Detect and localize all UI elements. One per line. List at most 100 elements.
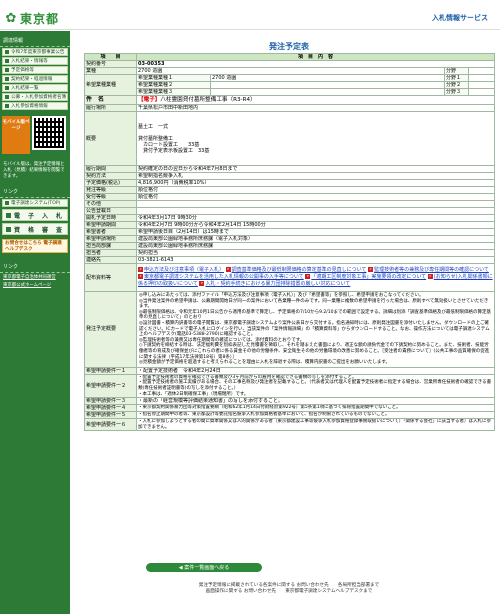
row-value bbox=[467, 74, 496, 82]
row-label: 契約番号 bbox=[84, 60, 137, 68]
row-label: 希望申請要件一１ bbox=[84, 366, 137, 375]
row-value: 03-3821-6143 bbox=[135, 256, 496, 264]
table-row: 開札予定日時 令和4年3月17日 9時30分 bbox=[84, 214, 496, 222]
table-row: 希望書者 希望申請後日目（2月14日）は15時まで bbox=[84, 228, 496, 236]
pdf-icon: P bbox=[199, 281, 205, 286]
row-label: 件 名 bbox=[84, 95, 137, 105]
bullet-icon bbox=[5, 95, 9, 99]
sidebar-item-label: 電子調達システム(TOP) bbox=[11, 201, 61, 206]
doc-link[interactable]: 「適期工区制度対象工事」実施要領の改定について bbox=[311, 274, 426, 280]
pdf-icon: P bbox=[368, 267, 374, 272]
pdf-icon: P bbox=[138, 267, 143, 272]
table-row: 担当局部課 建設局東部公園緑地事務所庶務課 bbox=[84, 242, 496, 250]
tokyo-logo[interactable]: ✿ 東京都 bbox=[4, 10, 59, 27]
sidebar-section-title: 調達情報 bbox=[0, 31, 70, 47]
e-bidding-button[interactable]: 電 子 入 札 bbox=[2, 209, 68, 221]
row-label: 履行場所 bbox=[84, 104, 137, 112]
table-row: 希望申請要件一２ ・配置予定技術者の資格を確認できる書類及び3ヶ月前からの雇用を… bbox=[84, 373, 496, 399]
order-table: 項 目 項 目 内 容 契約番号 03-00353 業種 2700 造園 分野 … bbox=[84, 53, 496, 432]
row-value: 令和4年2月7日 9時00分から令和4年2月14日 15時00分 bbox=[135, 221, 496, 229]
row-value: 【電子】八柱霊園貸付墓所整備工事（R3-R4） bbox=[135, 95, 496, 105]
table-row: 受付等級 順位格付 bbox=[84, 193, 496, 201]
sidebar-item[interactable]: 電子調達システム(TOP) bbox=[2, 199, 68, 207]
doc-link[interactable]: 申込方法及び注意事項（電子入札） bbox=[144, 267, 224, 273]
table-row: 希望申請期間 令和4年2月7日 9時00分から令和4年2月14日 15時00分 bbox=[84, 221, 496, 229]
table-row: 希望業種業種２ 分野２ bbox=[85, 81, 496, 89]
doc-link[interactable]: 東京都電子調達システムを活用した入札情報の公開事の入手等について bbox=[144, 274, 304, 280]
sidebar-item[interactable]: 入札結果一覧 bbox=[2, 84, 68, 92]
sidebar-item-label: 入札結果・情報等 bbox=[11, 59, 48, 64]
table-row: 発注予定概要 ◎申し込みにあたっては、添付ファイル「申込方法及び注意事項（電子入… bbox=[84, 291, 496, 368]
row-value: 建設局東部公園緑地事務所庶務課（電子入札対象） bbox=[135, 235, 496, 243]
row-label: 履行期間 bbox=[84, 165, 137, 173]
row-label: その他 bbox=[84, 200, 137, 208]
row-value bbox=[467, 88, 496, 96]
row-value: ・指名停止期間中の者等、東京都設計等委託指名競争入札参加資格者基準において、指名… bbox=[135, 411, 496, 420]
row-label: 配布資料等 bbox=[84, 263, 137, 292]
row-value: ◎申し込みにあたっては、添付ファイル「申込方法及び注意事項（電子入札）」及び「希… bbox=[135, 291, 496, 368]
sidebar-item[interactable]: 公募・入札参加資格者名簿 bbox=[2, 93, 68, 101]
row-label: 発注予定概要 bbox=[84, 291, 137, 368]
row-value bbox=[210, 81, 445, 89]
bullet-icon bbox=[5, 104, 9, 108]
row-label: 希望業種業種３ bbox=[136, 88, 211, 96]
qualification-button[interactable]: 資 格 審 査 bbox=[2, 223, 68, 235]
row-value bbox=[135, 200, 496, 208]
helpdesk-banner[interactable]: お問合せはこちら 電子調達ヘルプデスク bbox=[2, 239, 68, 253]
row-label: 希望業種業種 bbox=[84, 74, 137, 96]
row-label: 発注等級 bbox=[84, 186, 137, 194]
sidebar-footer bbox=[0, 602, 70, 614]
table-row: 履行場所 千葉県松戸市田中新田地内 bbox=[84, 104, 496, 112]
row-label: 担当者 bbox=[84, 249, 137, 257]
table-row: 発注等級 順位格付 bbox=[84, 186, 496, 194]
electronic-tag: 【電子】 bbox=[138, 97, 161, 103]
back-to-list-button[interactable]: ◀ 案件一覧画面へ戻る bbox=[146, 563, 262, 572]
link-tokyo-official[interactable]: 東京都公式ホームページ bbox=[0, 281, 70, 289]
sidebar-item[interactable]: 契約結果・経過情報 bbox=[2, 75, 68, 83]
row-value: ・配置予定技術者 令和4年2月24日 bbox=[135, 366, 496, 375]
table-row: 希望申請要件一３ ・最新の「経営規模等評価結果通知書」の写しを添付すること。 bbox=[84, 397, 496, 406]
row-value bbox=[467, 67, 496, 75]
sidebar-item-label: 公募・入札参加資格者名簿 bbox=[11, 95, 67, 100]
link-joint-operation[interactable]: 東京都電子自治体共同運営 bbox=[0, 273, 70, 281]
sidebar-section-title: リンク bbox=[0, 182, 70, 198]
qualification-label: 資 格 審 査 bbox=[14, 226, 64, 234]
table-row: 業種 2700 造園 分野 bbox=[84, 67, 496, 75]
row-label: 連絡先 bbox=[84, 256, 137, 264]
bullet-icon bbox=[6, 212, 11, 218]
sidebar-item[interactable]: 予定価格等 bbox=[2, 66, 68, 74]
row-value: 4,816,900円（消費税率10%） bbox=[135, 179, 496, 187]
row-label: 希望書者 bbox=[84, 228, 137, 236]
row-value: 令和4年3月17日 9時30分 bbox=[135, 214, 496, 222]
row-label: 希望申請要件一６ bbox=[84, 418, 137, 432]
bullet-icon bbox=[5, 68, 9, 72]
sidebar-item[interactable]: 令和7年度東京都事業公告 bbox=[2, 48, 68, 56]
sidebar-item[interactable]: 入札結果・情報等 bbox=[2, 57, 68, 65]
sidebar-item-label: 入札参加資格情報 bbox=[11, 104, 48, 109]
row-value bbox=[210, 88, 445, 96]
doc-link[interactable]: 監理技術者等の兼務及び専任期間等の確認について bbox=[374, 267, 489, 273]
table-row: 希望申請場所 建設局東部公園緑地事務所庶務課（電子入札対象） bbox=[84, 235, 496, 243]
sidebar-item-label: 入札結果一覧 bbox=[11, 86, 39, 91]
bullet-icon bbox=[6, 226, 11, 232]
doc-link[interactable]: 調査基準価格及び最低制限価格の算定基準の見直しについて bbox=[232, 267, 367, 273]
footer: 発注予定情報に掲載されている各案件に関する お問い合わせ先 各局所担当部署まで … bbox=[84, 583, 494, 595]
row-value: 順位格付 bbox=[135, 186, 496, 194]
header-bar: ✿ 東京都 入札情報サービス bbox=[0, 0, 500, 30]
row-label: 分野２ bbox=[444, 81, 469, 89]
table-row: 予定価格(税込) 4,816,900円（消費税率10%） bbox=[84, 179, 496, 187]
row-value: 墓土工 一式 貸付墓所整備工 カロート設置工 33基 貸付予定表示板設置工 33… bbox=[135, 111, 496, 166]
row-label: 希望申請場所 bbox=[84, 235, 137, 243]
row-label: 希望申請要件一３ bbox=[84, 397, 137, 406]
row-value bbox=[135, 207, 496, 215]
mobile-badge[interactable]: モバイル版ページ bbox=[2, 116, 30, 154]
table-row: 概要 墓土工 一式 貸付墓所整備工 カロート設置工 33基 貸付予定表示板設置工… bbox=[84, 111, 496, 166]
table-row: 希望申請要件一１ ・配置予定技術者 令和4年2月24日 bbox=[84, 366, 496, 375]
sidebar-item[interactable]: 入札参加資格情報 bbox=[2, 102, 68, 110]
sidebar-item-label: 予定価格等 bbox=[11, 68, 34, 73]
sidebar-item-label: 契約結果・経過情報 bbox=[11, 77, 53, 82]
logo-text: 東京都 bbox=[20, 12, 60, 26]
doc-link[interactable]: 入札・契約手続きにおける暴力団排除措置の厳しい対応について bbox=[205, 281, 350, 287]
pdf-icon: P bbox=[427, 274, 433, 279]
col-item-header: 項 目 bbox=[84, 53, 137, 61]
